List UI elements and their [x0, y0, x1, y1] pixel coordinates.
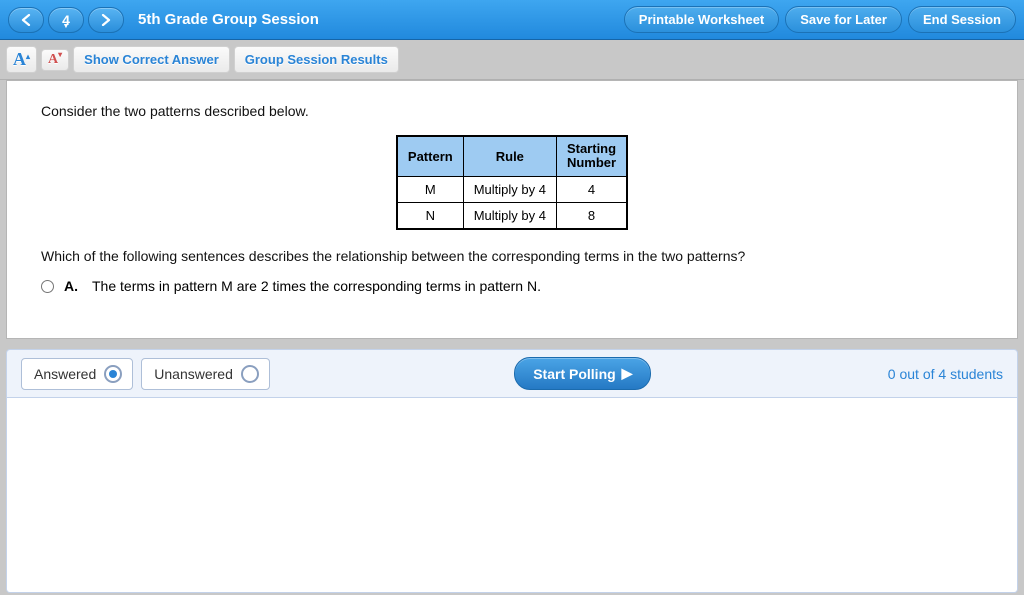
polling-controls: Answered Unanswered Start Polling ▶ 0 ou… — [7, 350, 1017, 398]
font-increase-button[interactable]: A▴ — [6, 46, 37, 73]
table-header: Pattern — [397, 136, 463, 176]
question-prompt: Which of the following sentences describ… — [41, 248, 983, 264]
answer-choice[interactable]: A. The terms in pattern M are 2 times th… — [41, 278, 983, 294]
start-polling-label: Start Polling — [533, 366, 615, 382]
table-row: M Multiply by 4 4 — [397, 176, 627, 202]
toolbar: A▴ A▾ Show Correct Answer Group Session … — [0, 40, 1024, 80]
chevron-left-icon — [21, 14, 31, 26]
question-intro: Consider the two patterns described belo… — [41, 103, 983, 119]
session-title: 5th Grade Group Session — [138, 11, 319, 28]
top-bar: 4 ▼ 5th Grade Group Session Printable Wo… — [0, 0, 1024, 40]
pattern-table: Pattern Rule StartingNumber M Multiply b… — [396, 135, 628, 230]
table-header: Rule — [463, 136, 556, 176]
radio-unselected-icon — [241, 365, 259, 383]
font-decrease-button[interactable]: A▾ — [41, 49, 69, 71]
end-session-button[interactable]: End Session — [908, 6, 1016, 33]
filter-label: Unanswered — [154, 366, 233, 382]
play-icon: ▶ — [622, 365, 633, 382]
next-button[interactable] — [88, 7, 124, 33]
chevron-right-icon — [101, 14, 111, 26]
polling-panel: Answered Unanswered Start Polling ▶ 0 ou… — [6, 349, 1018, 593]
arrow-up-icon: ▴ — [26, 52, 30, 61]
save-for-later-button[interactable]: Save for Later — [785, 6, 902, 33]
chevron-down-icon: ▼ — [63, 23, 70, 30]
choice-text: The terms in pattern M are 2 times the c… — [92, 278, 541, 294]
nav-group: 4 ▼ — [8, 7, 124, 33]
answered-filter[interactable]: Answered — [21, 358, 133, 390]
group-session-results-button[interactable]: Group Session Results — [234, 46, 399, 73]
unanswered-filter[interactable]: Unanswered — [141, 358, 270, 390]
radio-selected-icon — [104, 365, 122, 383]
filter-label: Answered — [34, 366, 96, 382]
start-polling-button[interactable]: Start Polling ▶ — [514, 357, 651, 390]
arrow-down-icon: ▾ — [58, 50, 62, 59]
question-panel: Consider the two patterns described belo… — [6, 80, 1018, 339]
table-row: N Multiply by 4 8 — [397, 202, 627, 229]
show-correct-answer-button[interactable]: Show Correct Answer — [73, 46, 230, 73]
question-number-dropdown[interactable]: 4 ▼ — [48, 7, 84, 33]
table-header: StartingNumber — [556, 136, 627, 176]
printable-worksheet-button[interactable]: Printable Worksheet — [624, 6, 779, 33]
prev-button[interactable] — [8, 7, 44, 33]
question-scroll[interactable]: Consider the two patterns described belo… — [7, 81, 1017, 338]
polling-results-area — [7, 398, 1017, 592]
choice-radio[interactable] — [41, 280, 54, 293]
choice-letter: A. — [64, 278, 82, 294]
student-count-status: 0 out of 4 students — [888, 366, 1003, 382]
